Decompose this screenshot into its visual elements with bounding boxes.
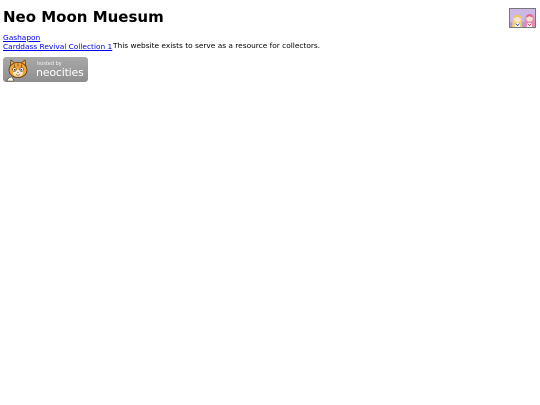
nav-link-carddass-revival-collection-1[interactable]: Carddass Revival Collection 1 <box>3 42 112 52</box>
anime-character-icon <box>510 9 535 27</box>
page: Neo Moon Muesum Gashapon Carddass Reviva… <box>0 0 540 405</box>
header-character-image <box>509 8 536 28</box>
nav-links: Gashapon Carddass Revival Collection 1 <box>3 33 112 52</box>
intro-text: This website exists to serve as a resour… <box>113 41 321 50</box>
neocities-badge[interactable]: hosted by neocities <box>3 57 88 82</box>
site-title: Neo Moon Muesum <box>3 8 164 26</box>
badge-neocities-text: neocities <box>36 66 84 79</box>
neocities-cat-icon <box>6 59 28 82</box>
